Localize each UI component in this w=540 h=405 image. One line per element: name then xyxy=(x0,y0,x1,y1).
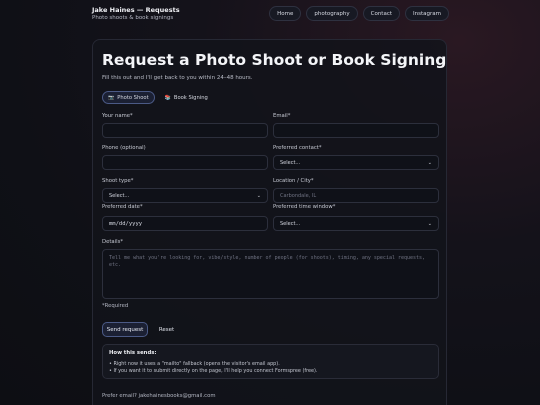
page-title: Request a Photo Shoot or Book Signing xyxy=(102,51,447,69)
site-title: Jake Haines — Requests xyxy=(92,6,180,14)
details-label: Details* xyxy=(102,239,124,245)
tab-book-signing[interactable]: 📚 Book Signing xyxy=(159,91,214,104)
nav-contact-link[interactable]: Contact xyxy=(362,6,401,21)
request-form-card: Request a Photo Shoot or Book Signing Fi… xyxy=(92,39,447,405)
date-placeholder: mm/dd/yyyy xyxy=(109,220,143,227)
site-subtitle: Photo shoots & book signings xyxy=(92,15,174,21)
intro-text: Fill this out and I'll get back to you w… xyxy=(102,75,253,81)
contact-select[interactable]: Select... ⌄ xyxy=(273,155,439,170)
phone-input[interactable] xyxy=(102,155,268,170)
details-placeholder: Tell me what you're looking for, vibe/st… xyxy=(109,255,426,268)
info-title: How this sends: xyxy=(109,350,157,356)
camera-icon: 📷 xyxy=(108,94,115,101)
time-label: Preferred time window* xyxy=(273,204,336,210)
send-request-button[interactable]: Send request xyxy=(102,322,148,337)
email-input[interactable] xyxy=(273,123,439,138)
chevron-down-icon: ⌄ xyxy=(427,159,432,166)
required-note: *Required xyxy=(102,303,129,309)
details-textarea[interactable]: Tell me what you're looking for, vibe/st… xyxy=(102,249,439,299)
time-select[interactable]: Select... ⌄ xyxy=(273,216,439,231)
nav-home-link[interactable]: Home xyxy=(269,6,302,21)
phone-label: Phone (optional) xyxy=(102,145,146,151)
chevron-down-icon: ⌄ xyxy=(256,192,261,199)
name-label: Your name* xyxy=(102,113,133,119)
nav-photography-link[interactable]: photography xyxy=(306,6,358,21)
location-input[interactable]: Carbondale, IL xyxy=(273,188,439,203)
info-line: • Right now it uses a "mailto" fallback … xyxy=(109,361,280,367)
top-bar: Jake Haines — Requests Photo shoots & bo… xyxy=(0,0,540,30)
send-info-box: How this sends: • Right now it uses a "m… xyxy=(102,344,439,379)
date-input[interactable]: mm/dd/yyyy xyxy=(102,216,268,231)
time-select-value: Select... xyxy=(280,220,301,227)
nav-bar: Home photography Contact Instagram xyxy=(269,6,449,21)
shoot-type-select-value: Select... xyxy=(109,192,130,199)
books-icon: 📚 xyxy=(164,94,171,101)
tab-label: Book Signing xyxy=(173,94,208,101)
email-footer-note: Prefer email? jakehainesbooks@gmail.com xyxy=(102,393,216,399)
email-label: Email* xyxy=(273,113,291,119)
info-line: • If you want it to submit directly on t… xyxy=(109,368,318,374)
tab-label: Photo Shoot xyxy=(117,94,149,101)
shoot-type-label: Shoot type* xyxy=(102,178,134,184)
request-type-tabs: 📷 Photo Shoot 📚 Book Signing xyxy=(102,91,214,104)
contact-select-value: Select... xyxy=(280,159,301,166)
date-label: Preferred date* xyxy=(102,204,143,210)
tab-photo-shoot[interactable]: 📷 Photo Shoot xyxy=(102,91,155,104)
location-label: Location / City* xyxy=(273,178,314,184)
reset-button[interactable]: Reset xyxy=(153,322,180,337)
name-input[interactable] xyxy=(102,123,268,138)
nav-instagram-link[interactable]: Instagram xyxy=(405,6,449,21)
chevron-down-icon: ⌄ xyxy=(427,220,432,227)
shoot-type-select[interactable]: Select... ⌄ xyxy=(102,188,268,203)
contact-label: Preferred contact* xyxy=(273,145,322,151)
location-placeholder: Carbondale, IL xyxy=(280,192,317,199)
